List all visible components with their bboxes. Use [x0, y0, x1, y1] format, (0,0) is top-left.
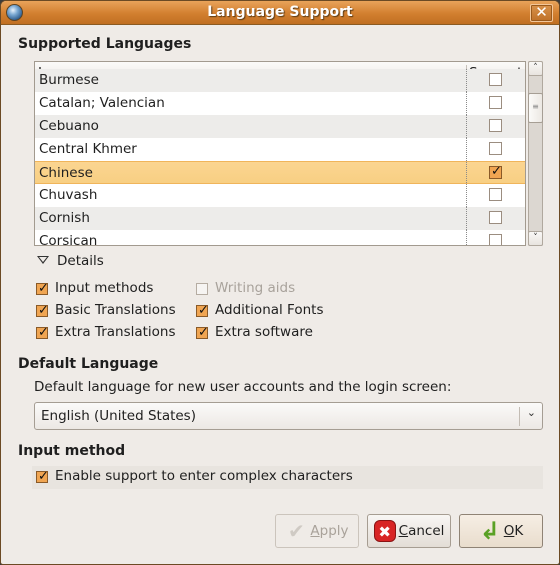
check-icon: ✓ — [198, 303, 209, 318]
column-divider — [466, 138, 467, 161]
cancel-icon: ✖ — [373, 520, 396, 542]
column-divider — [466, 92, 467, 115]
checkbox-box[interactable]: ✓ — [36, 281, 49, 296]
cancel-button[interactable]: ✖ Cancel — [367, 514, 451, 548]
language-support-window: Language Support ✕ Supported Languages L… — [0, 0, 560, 565]
apply-button[interactable]: ✔ Apply — [275, 514, 359, 548]
apply-label: Apply — [310, 523, 349, 539]
chevron-down-icon: ⌄ — [526, 406, 536, 419]
cancel-label: Cancel — [398, 523, 445, 539]
close-button[interactable]: ✕ — [530, 4, 553, 22]
language-row[interactable]: Burmese — [35, 69, 525, 92]
option-label: Basic Translations — [55, 302, 176, 318]
language-name: Chuvash — [39, 187, 98, 203]
checkmark-icon: ✔ — [288, 519, 305, 543]
support-checkbox[interactable] — [489, 73, 502, 86]
list-scrollbar[interactable]: ˄ ≡ ˅ — [528, 61, 543, 246]
title-bar[interactable]: Language Support ✕ — [1, 1, 559, 25]
column-divider — [466, 230, 467, 245]
combo-separator — [519, 407, 520, 426]
default-language-combo[interactable]: English (United States) ⌄ — [34, 402, 543, 430]
details-label: Details — [57, 253, 104, 269]
language-name: Corsican — [39, 233, 98, 246]
language-name: Cebuano — [39, 118, 99, 134]
close-icon: ✕ — [535, 3, 548, 21]
column-divider — [466, 162, 467, 183]
option-label: Additional Fonts — [215, 302, 324, 318]
language-row[interactable]: Catalan; Valencian — [35, 92, 525, 115]
check-icon: ✓ — [38, 325, 49, 340]
option-label: Extra Translations — [55, 324, 176, 340]
enable-complex-characters-label: Enable support to enter complex characte… — [55, 468, 353, 484]
option-label: Writing aids — [215, 280, 296, 296]
checkbox-box[interactable]: ✓ — [36, 325, 49, 340]
option-label: Input methods — [55, 280, 154, 296]
check-icon: ✓ — [38, 303, 49, 318]
language-name: Cornish — [39, 210, 90, 226]
check-icon: ✓ — [491, 164, 502, 179]
ok-button[interactable]: ↲ OK — [459, 514, 543, 548]
window-title: Language Support — [207, 4, 353, 20]
option-label: Extra software — [215, 324, 313, 340]
checkbox-box[interactable]: ✓ — [196, 303, 209, 318]
support-checkbox[interactable] — [489, 119, 502, 132]
language-row[interactable]: Cebuano — [35, 115, 525, 138]
grip-icon: ≡ — [532, 102, 539, 111]
column-divider — [466, 115, 467, 138]
expander-arrow-icon — [37, 256, 49, 264]
check-icon: ✓ — [38, 469, 49, 484]
language-name: Burmese — [39, 72, 99, 88]
checkbox-box[interactable] — [196, 283, 208, 295]
language-row[interactable]: Corsican — [35, 230, 525, 246]
support-checkbox[interactable] — [489, 234, 502, 245]
default-language-description: Default language for new user accounts a… — [34, 379, 452, 395]
support-checkbox[interactable] — [489, 96, 502, 109]
column-divider — [466, 207, 467, 230]
support-checkbox[interactable] — [489, 142, 502, 155]
scrollbar-thumb[interactable]: ≡ — [528, 93, 543, 123]
input-method-heading: Input method — [18, 443, 126, 459]
checkbox-box[interactable]: ✓ — [36, 303, 49, 318]
ok-label: OK — [503, 523, 524, 539]
column-divider — [466, 184, 467, 207]
default-language-heading: Default Language — [18, 356, 159, 372]
supported-languages-heading: Supported Languages — [18, 36, 192, 52]
details-expander[interactable]: Details — [37, 253, 104, 269]
check-icon: ✓ — [38, 281, 49, 296]
checkbox-box[interactable]: ✓ — [36, 469, 49, 484]
support-checkbox[interactable]: ✓ — [489, 164, 502, 179]
language-list[interactable]: Language Support BurmeseCatalan; Valenci… — [34, 61, 526, 246]
scroll-up-button[interactable]: ˄ — [528, 61, 543, 76]
support-checkbox[interactable] — [489, 211, 502, 224]
language-row[interactable]: Cornish — [35, 207, 525, 230]
default-language-value: English (United States) — [41, 408, 196, 424]
chevron-down-icon: ˅ — [533, 233, 538, 243]
language-row[interactable]: Chuvash — [35, 184, 525, 207]
scrollbar-trough[interactable] — [528, 61, 543, 246]
checkbox-box[interactable]: ✓ — [196, 325, 209, 340]
language-row[interactable]: Chinese ✓ — [35, 161, 525, 184]
column-divider — [466, 69, 467, 92]
language-name: Central Khmer — [39, 141, 137, 157]
language-name: Catalan; Valencian — [39, 95, 165, 111]
chevron-up-icon: ˄ — [533, 63, 538, 73]
language-name: Chinese — [39, 165, 93, 181]
enter-arrow-icon: ↲ — [479, 517, 500, 545]
language-row[interactable]: Central Khmer — [35, 138, 525, 161]
support-checkbox[interactable] — [489, 188, 502, 201]
scroll-down-button[interactable]: ˅ — [528, 231, 543, 246]
check-icon: ✓ — [198, 325, 209, 340]
